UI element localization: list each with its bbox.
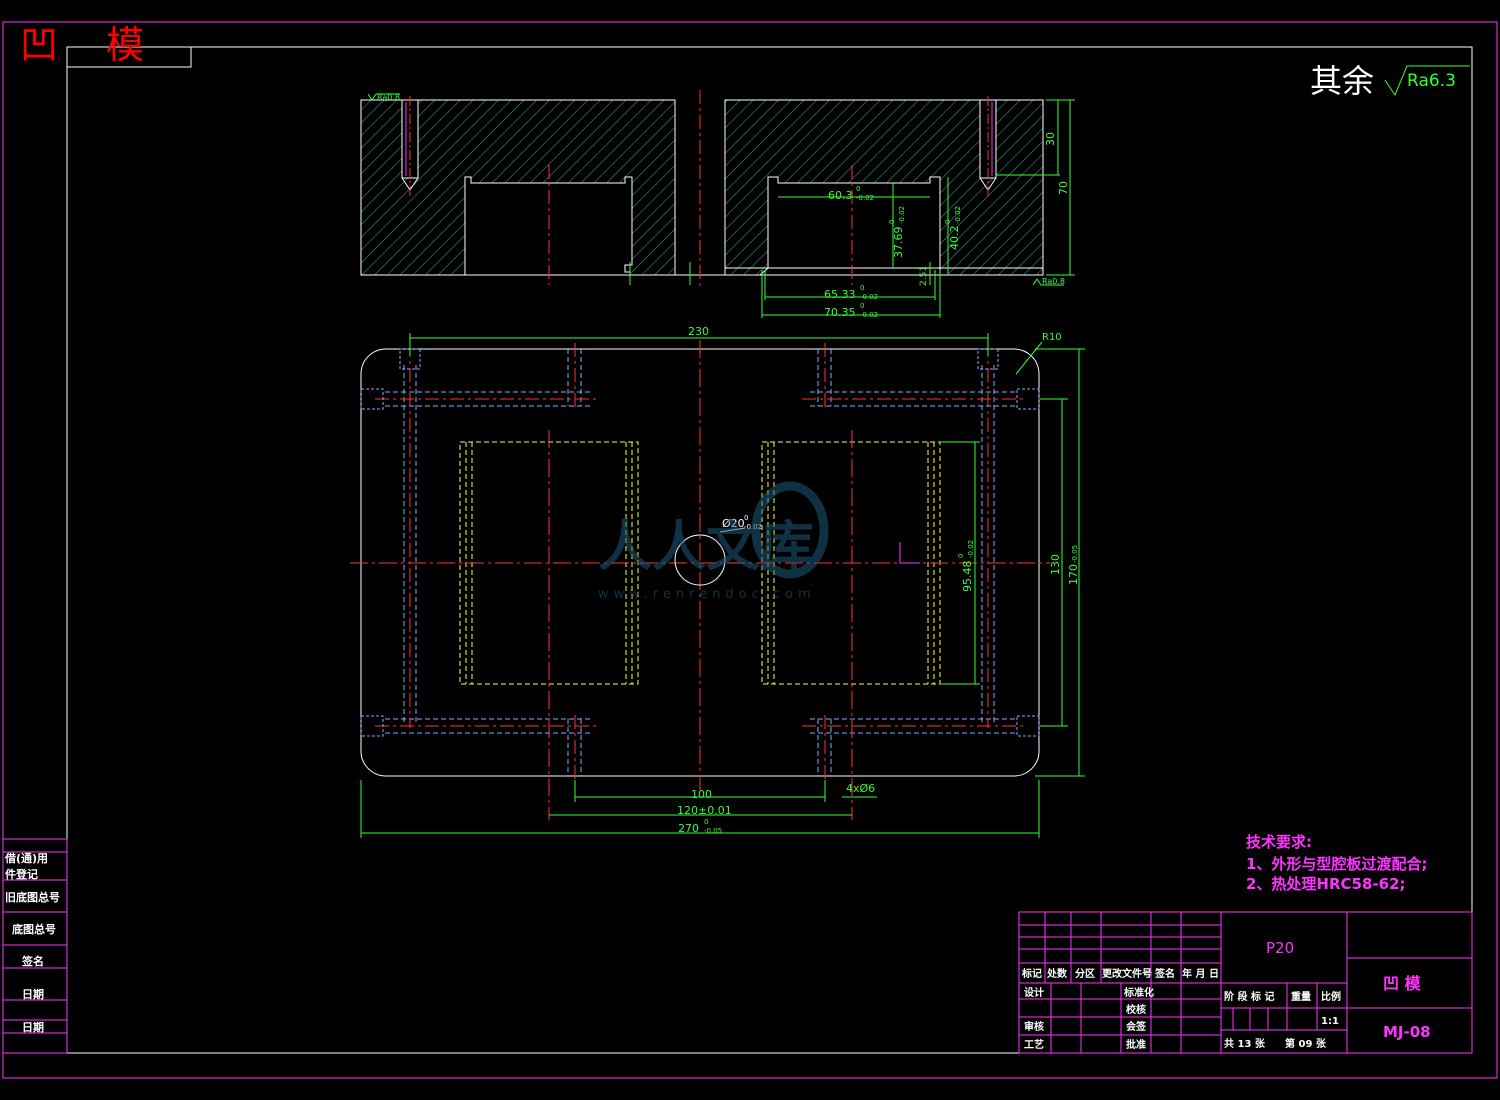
dim-120: 120±0.01 <box>677 804 732 817</box>
dim-65-33-tol: 0 <box>860 284 864 292</box>
dim-95-48-tol2: -0.02 <box>967 540 975 558</box>
tech-heading: 技术要求: <box>1246 833 1312 851</box>
tb-stage: 阶 段 标 记 <box>1224 990 1274 1003</box>
tb-qty: 处数 <box>1046 967 1068 980</box>
dim-2-51-group: 2.51 <box>919 266 929 286</box>
dim-2-51: 2.51 <box>919 266 929 286</box>
roughness-prefix: 其余 <box>1310 62 1374 100</box>
tb-sheet-no: 第 09 张 <box>1285 1037 1327 1050</box>
section-view: 60.3 0 -0.02 37.69 0 -0.02 40.2 0 -0.02 … <box>360 90 1075 319</box>
title-block: 标记 处数 分区 更改文件号 签名 年 月 日 设计 标准化 校核 审核 会签 … <box>1018 911 1473 1054</box>
side-cell-0: 借(通)用 <box>4 851 48 865</box>
dim-40-2-tol: 0 <box>944 220 952 224</box>
dim-70-35-tol2: -0.02 <box>860 311 878 319</box>
cad-drawing: 凹 模 其余 Ra6.3 60.3 0 -0.02 37.69 0 -0.02 … <box>2 21 1498 1079</box>
tb-scale: 1:1 <box>1321 1016 1339 1027</box>
dim-r10: R10 <box>1042 332 1062 343</box>
tb-approve: 批准 <box>1126 1038 1146 1051</box>
tb-check: 审核 <box>1024 1020 1044 1033</box>
dim-170-group: 170 -0.05 <box>1067 545 1080 585</box>
dim-70-group: 70 <box>1057 181 1070 195</box>
dim-60-3-tol: 0 <box>856 185 860 193</box>
dim-65-33: 65.33 <box>824 288 856 301</box>
dim-37-69-tol2: -0.02 <box>898 206 906 224</box>
tech-line1: 1、外形与型腔板过渡配合; <box>1246 855 1427 873</box>
tb-proofread: 校核 <box>1126 1003 1146 1016</box>
dim-270-tol2: -0.05 <box>704 827 722 835</box>
roughness-mark-bottom: Ra0.8 <box>1032 277 1065 286</box>
dim-95-48-tol: 0 <box>957 554 965 558</box>
watermark-url: www.renrendoc.com <box>598 587 816 602</box>
tb-scale-label: 比例 <box>1321 990 1341 1003</box>
side-cell-1: 件登记 <box>5 867 38 881</box>
tb-date: 年 月 日 <box>1182 967 1219 980</box>
roughness-note: 其余 Ra6.3 <box>1310 62 1470 100</box>
dim-130: 130 <box>1049 554 1062 575</box>
tb-zone: 分区 <box>1075 967 1095 980</box>
title-part1: 凹 <box>20 23 58 67</box>
roughness-value: Ra6.3 <box>1407 71 1456 91</box>
dim-95-48-group: 95.48 0 -0.02 <box>957 540 975 592</box>
tech-requirements: 技术要求: 1、外形与型腔板过渡配合; 2、热处理HRC58-62; <box>1246 833 1427 893</box>
tb-sign2: 会签 <box>1126 1020 1147 1033</box>
dim-95-48: 95.48 <box>961 561 974 593</box>
drawing-sheet: 凹 模 其余 Ra6.3 60.3 0 -0.02 37.69 0 -0.02 … <box>0 0 1500 1100</box>
side-table: 借(通)用 件登记 旧底图总号 底图总号 签名 日期 日期 <box>2 838 68 1054</box>
tb-standard: 标准化 <box>1123 986 1154 999</box>
svg-text:Ra0.8: Ra0.8 <box>1042 277 1065 286</box>
plan-centerlines <box>350 340 1050 820</box>
side-cell-3: 底图总号 <box>12 922 56 936</box>
dim-270-tol: 0 <box>704 818 708 826</box>
title-part2: 模 <box>106 23 144 67</box>
dim-70-35-tol: 0 <box>860 302 864 310</box>
tb-design: 设计 <box>1024 986 1044 999</box>
side-cell-5: 日期 <box>22 987 44 1001</box>
watermark-text: 人人文库 <box>598 515 814 578</box>
tb-drawing-no: MJ-08 <box>1383 1023 1431 1041</box>
dim-170: 170 <box>1067 564 1080 585</box>
dim-270: 270 <box>678 822 699 835</box>
marker-l <box>899 542 920 564</box>
tb-material: P20 <box>1266 939 1294 957</box>
dim-100: 100 <box>691 788 712 801</box>
svg-text:Ra0.8: Ra0.8 <box>377 93 400 102</box>
side-cell-2: 旧底图总号 <box>5 890 60 904</box>
dim-30-group: 30 <box>1044 132 1057 146</box>
tb-process: 工艺 <box>1024 1038 1044 1051</box>
dim-37-69-group: 37.69 0 -0.02 <box>888 206 906 258</box>
tb-mark: 标记 <box>1021 967 1042 980</box>
dim-70-35: 70.35 <box>824 306 856 319</box>
dim-60-3: 60.3 <box>828 189 853 202</box>
tb-sheets-total: 共 13 张 <box>1224 1037 1266 1050</box>
dim-170-tol: -0.05 <box>1071 545 1079 563</box>
plan-view: Ø20 0 -0.02 230 R10 95.48 0 -0.02 130 17… <box>350 325 1085 838</box>
watermark: 人人文库 www.renrendoc.com <box>598 481 829 602</box>
dim-holes: 4xØ6 <box>846 782 875 795</box>
dim-37-69-tol: 0 <box>888 220 896 224</box>
dim-65-33-tol2: -0.02 <box>860 293 878 301</box>
dim-30: 30 <box>1044 132 1057 146</box>
dim-40-2-tol2: -0.02 <box>954 206 962 224</box>
tb-doc: 更改文件号 <box>1102 967 1152 980</box>
tech-line2: 2、热处理HRC58-62; <box>1246 875 1406 893</box>
tb-sign: 签名 <box>1154 967 1175 980</box>
dim-70: 70 <box>1057 181 1070 195</box>
tb-weight: 重量 <box>1291 990 1311 1003</box>
plan-dim-lines <box>360 333 1085 838</box>
dim-40-2: 40.2 <box>948 226 961 251</box>
tb-part-name: 凹 模 <box>1383 974 1422 993</box>
side-cell-4: 签名 <box>21 954 44 968</box>
dim-60-3-tol2: -0.02 <box>856 194 874 202</box>
dim-37-69: 37.69 <box>892 227 905 259</box>
dim-130-group: 130 <box>1049 554 1062 575</box>
side-cell-6: 日期 <box>22 1020 44 1034</box>
dim-230: 230 <box>688 325 709 338</box>
